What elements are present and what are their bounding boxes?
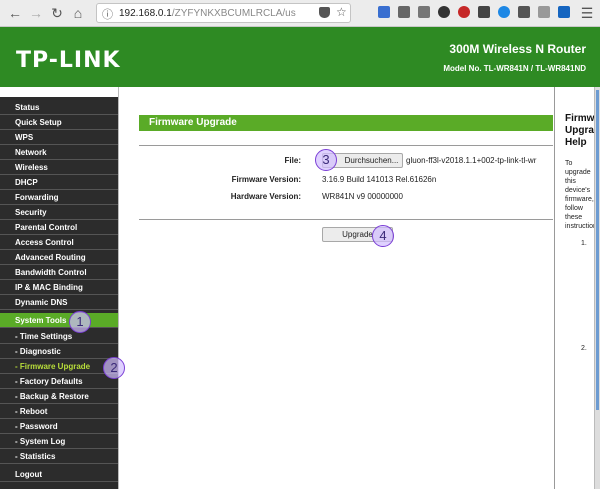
annotation-marker-1: 1: [69, 311, 91, 333]
download-icon[interactable]: [378, 6, 390, 18]
bottom-divider: [139, 219, 553, 220]
extension-icon-5[interactable]: [538, 6, 550, 18]
sidebar-item-reboot[interactable]: - Reboot: [0, 404, 118, 419]
sidebar-item-advanced-routing[interactable]: Advanced Routing: [0, 250, 118, 265]
forward-icon[interactable]: →: [27, 4, 45, 22]
file-name: gluon-ff3l-v2018.1.1+002-tp-link-tl-wr: [406, 156, 537, 165]
adblock-icon[interactable]: [458, 6, 470, 18]
bookmark-star-icon[interactable]: ☆: [336, 5, 347, 19]
sidebar-item-password[interactable]: - Password: [0, 419, 118, 434]
section-title: Firmware Upgrade: [139, 115, 553, 131]
router-header: TP-LINK 300M Wireless N Router Model No.…: [0, 27, 600, 87]
info-icon[interactable]: ⓘ: [102, 6, 113, 22]
sidebar-menu: Status Quick Setup WPS Network Wireless …: [0, 97, 118, 489]
sidebar-item-diagnostic[interactable]: - Diagnostic: [0, 344, 118, 359]
sidebar-item-quick-setup[interactable]: Quick Setup: [0, 115, 118, 130]
sidebar-item-network[interactable]: Network: [0, 145, 118, 160]
pocket-icon[interactable]: [319, 7, 330, 18]
sidebar-item-access-control[interactable]: Access Control: [0, 235, 118, 250]
extension-icon[interactable]: [438, 6, 450, 18]
sidebar-item-firmware-upgrade[interactable]: - Firmware Upgrade: [0, 359, 118, 374]
firmware-version-label: Firmware Version:: [231, 175, 301, 184]
file-label: File:: [284, 156, 301, 165]
hardware-version-value: WR841N v9 00000000: [322, 192, 403, 201]
hardware-version-label: Hardware Version:: [230, 192, 301, 201]
extension-icon-4[interactable]: [518, 6, 530, 18]
help-step-2: 2.: [581, 345, 587, 352]
extension-icon-2[interactable]: [478, 6, 490, 18]
reload-icon[interactable]: ↻: [48, 4, 66, 22]
model-number: Model No. TL-WR841N / TL-WR841ND: [443, 64, 586, 73]
annotation-marker-4: 4: [372, 225, 394, 247]
sidebar-item-forwarding[interactable]: Forwarding: [0, 190, 118, 205]
sidebar-item-ip-mac-binding[interactable]: IP & MAC Binding: [0, 280, 118, 295]
sidebar-item-security[interactable]: Security: [0, 205, 118, 220]
sidebar-item-factory-defaults[interactable]: - Factory Defaults: [0, 374, 118, 389]
extension-icon-3[interactable]: [498, 6, 510, 18]
sidebar-item-dhcp[interactable]: DHCP: [0, 175, 118, 190]
sidebar-item-parental-control[interactable]: Parental Control: [0, 220, 118, 235]
main-content: Firmware Upgrade File: Durchsuchen... gl…: [119, 87, 554, 489]
sidebar-item-logout[interactable]: Logout: [0, 467, 118, 482]
sidebar-icon[interactable]: [418, 6, 430, 18]
url-text: 192.168.0.1/ZYFYNKXBCUMLRCLA/us: [119, 8, 296, 19]
extension-icon-6[interactable]: [558, 6, 570, 18]
sidebar-item-dynamic-dns[interactable]: Dynamic DNS: [0, 295, 118, 310]
router-name: 300M Wireless N Router: [449, 42, 586, 56]
help-title: Firmware Upgrade Help: [565, 113, 595, 148]
annotation-marker-3: 3: [315, 149, 337, 171]
firmware-version-value: 3.16.9 Build 141013 Rel.61626n: [322, 175, 437, 184]
sidebar-item-time-settings[interactable]: - Time Settings: [0, 329, 118, 344]
browser-toolbar: ← → ↻ ⌂ ⓘ 192.168.0.1/ZYFYNKXBCUMLRCLA/u…: [0, 0, 600, 27]
library-icon[interactable]: [398, 6, 410, 18]
back-icon[interactable]: ←: [6, 4, 24, 22]
sidebar-item-status[interactable]: Status: [0, 100, 118, 115]
tp-link-logo: TP-LINK: [16, 48, 121, 73]
sidebar-item-wireless[interactable]: Wireless: [0, 160, 118, 175]
help-step-1: 1.: [581, 240, 587, 247]
sidebar-item-backup-restore[interactable]: - Backup & Restore: [0, 389, 118, 404]
sidebar-item-wps[interactable]: WPS: [0, 130, 118, 145]
sidebar-item-bandwidth-control[interactable]: Bandwidth Control: [0, 265, 118, 280]
home-icon[interactable]: ⌂: [69, 4, 87, 22]
address-bar[interactable]: ⓘ 192.168.0.1/ZYFYNKXBCUMLRCLA/us ☆: [96, 3, 351, 23]
annotation-marker-2: 2: [103, 357, 125, 379]
help-panel: Firmware Upgrade Help To upgrade this de…: [555, 87, 595, 489]
sidebar-item-system-log[interactable]: - System Log: [0, 434, 118, 449]
sidebar-item-statistics[interactable]: - Statistics: [0, 449, 118, 464]
sidebar-item-system-tools[interactable]: System Tools: [0, 313, 118, 328]
menu-icon[interactable]: ☰: [578, 4, 596, 22]
top-divider: [139, 145, 553, 146]
help-intro: To upgrade this device's firmware, follo…: [565, 160, 594, 230]
help-scrollbar-thumb[interactable]: [596, 90, 599, 410]
